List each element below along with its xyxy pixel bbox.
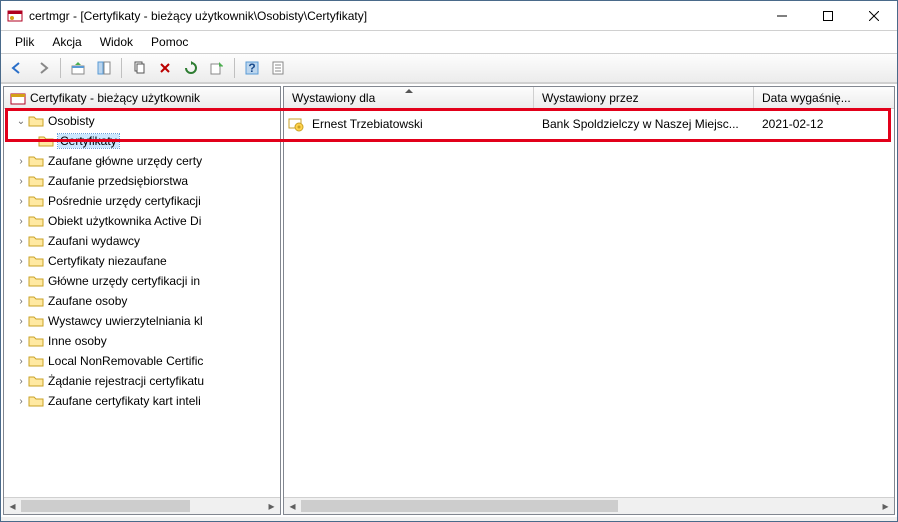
chevron-right-icon[interactable]: › [14,336,28,347]
col-issued-by[interactable]: Wystawiony przez [534,87,754,108]
tree-hscrollbar[interactable]: ◂ ▸ [4,497,280,514]
up-button[interactable] [66,56,90,80]
export-button[interactable] [205,56,229,80]
folder-icon [28,253,44,269]
maximize-button[interactable] [805,1,851,31]
tree-item[interactable]: ›Obiekt użytkownika Active Di [4,211,280,231]
tree-item[interactable]: ›Zaufani wydawcy [4,231,280,251]
folder-icon [28,353,44,369]
tree-item-osobisty[interactable]: ⌄ Osobisty [4,111,280,131]
scroll-right-icon[interactable]: ▸ [877,498,894,515]
tree-body: ⌄ Osobisty Certyfikaty ›Zaufane główne u… [4,109,280,497]
chevron-right-icon[interactable]: › [14,396,28,407]
tree-item[interactable]: ›Zaufane główne urzędy certy [4,151,280,171]
scroll-right-icon[interactable]: ▸ [263,498,280,515]
tree-item-certyfikaty[interactable]: Certyfikaty [4,131,280,151]
statusbar [1,517,897,521]
tree-root-label: Certyfikaty - bieżący użytkownik [30,91,200,105]
folder-icon [28,273,44,289]
tree-item[interactable]: ›Local NonRemovable Certific [4,351,280,371]
tree-item[interactable]: ›Pośrednie urzędy certyfikacji [4,191,280,211]
chevron-right-icon[interactable]: › [14,156,28,167]
list-header: Wystawiony dla Wystawiony przez Data wyg… [284,87,894,109]
copy-button[interactable] [127,56,151,80]
folder-icon [28,193,44,209]
forward-button[interactable] [31,56,55,80]
list-hscrollbar[interactable]: ◂ ▸ [284,497,894,514]
folder-icon [28,233,44,249]
folder-icon [28,213,44,229]
chevron-right-icon[interactable]: › [14,376,28,387]
scroll-left-icon[interactable]: ◂ [4,498,21,515]
certificate-icon [288,116,304,132]
titlebar: certmgr - [Certyfikaty - bieżący użytkow… [1,1,897,31]
col-issued-to[interactable]: Wystawiony dla [284,87,534,108]
tree-item[interactable]: ›Certyfikaty niezaufane [4,251,280,271]
chevron-right-icon[interactable]: › [14,276,28,287]
show-hide-tree-button[interactable] [92,56,116,80]
chevron-right-icon[interactable]: › [14,296,28,307]
properties-button[interactable] [266,56,290,80]
folder-icon [38,133,54,149]
app-window: certmgr - [Certyfikaty - bieżący użytkow… [0,0,898,522]
tree-item[interactable]: ›Zaufane certyfikaty kart inteli [4,391,280,411]
folder-icon [28,293,44,309]
folder-icon [28,113,44,129]
close-button[interactable] [851,1,897,31]
folder-icon [28,333,44,349]
folder-icon [28,313,44,329]
tree-header[interactable]: Certyfikaty - bieżący użytkownik [4,87,280,109]
cell-issued-by: Bank Spoldzielczy w Naszej Miejsc... [538,117,758,131]
folder-icon [28,173,44,189]
tree-item[interactable]: ›Żądanie rejestracji certyfikatu [4,371,280,391]
refresh-button[interactable] [179,56,203,80]
window-title: certmgr - [Certyfikaty - bieżący użytkow… [29,9,759,23]
app-icon [7,8,23,24]
tree-item[interactable]: ›Inne osoby [4,331,280,351]
cell-issued-to: Ernest Trzebiatowski [308,117,538,131]
svg-text:?: ? [248,61,255,75]
help-button[interactable]: ? [240,56,264,80]
chevron-right-icon[interactable]: › [14,176,28,187]
tree-item[interactable]: ›Zaufane osoby [4,291,280,311]
content-area: Certyfikaty - bieżący użytkownik ⌄ Osobi… [1,83,897,517]
folder-icon [28,373,44,389]
tree-item[interactable]: ›Wystawcy uwierzytelniania kl [4,311,280,331]
toolbar: ? [1,53,897,83]
folder-icon [28,393,44,409]
delete-button[interactable] [153,56,177,80]
tree-item[interactable]: ›Zaufanie przedsiębiorstwa [4,171,280,191]
cell-expires: 2021-02-12 [758,117,894,131]
chevron-right-icon[interactable]: › [14,256,28,267]
menu-file[interactable]: Plik [7,33,42,51]
chevron-right-icon[interactable]: › [14,236,28,247]
tree-pane: Certyfikaty - bieżący użytkownik ⌄ Osobi… [3,86,281,515]
scroll-left-icon[interactable]: ◂ [284,498,301,515]
menu-view[interactable]: Widok [92,33,141,51]
chevron-right-icon[interactable]: › [14,316,28,327]
menu-help[interactable]: Pomoc [143,33,196,51]
list-body: Ernest Trzebiatowski Bank Spoldzielczy w… [284,109,894,497]
minimize-button[interactable] [759,1,805,31]
chevron-right-icon[interactable]: › [14,356,28,367]
list-pane: Wystawiony dla Wystawiony przez Data wyg… [283,86,895,515]
cert-store-icon [10,90,26,106]
tree-item[interactable]: ›Główne urzędy certyfikacji in [4,271,280,291]
back-button[interactable] [5,56,29,80]
chevron-right-icon[interactable]: › [14,196,28,207]
col-expires[interactable]: Data wygaśnię... [754,87,894,108]
menubar: Plik Akcja Widok Pomoc [1,31,897,53]
chevron-down-icon[interactable]: ⌄ [14,116,28,127]
chevron-right-icon[interactable]: › [14,216,28,227]
list-row[interactable]: Ernest Trzebiatowski Bank Spoldzielczy w… [284,113,894,135]
folder-icon [28,153,44,169]
menu-action[interactable]: Akcja [44,33,89,51]
